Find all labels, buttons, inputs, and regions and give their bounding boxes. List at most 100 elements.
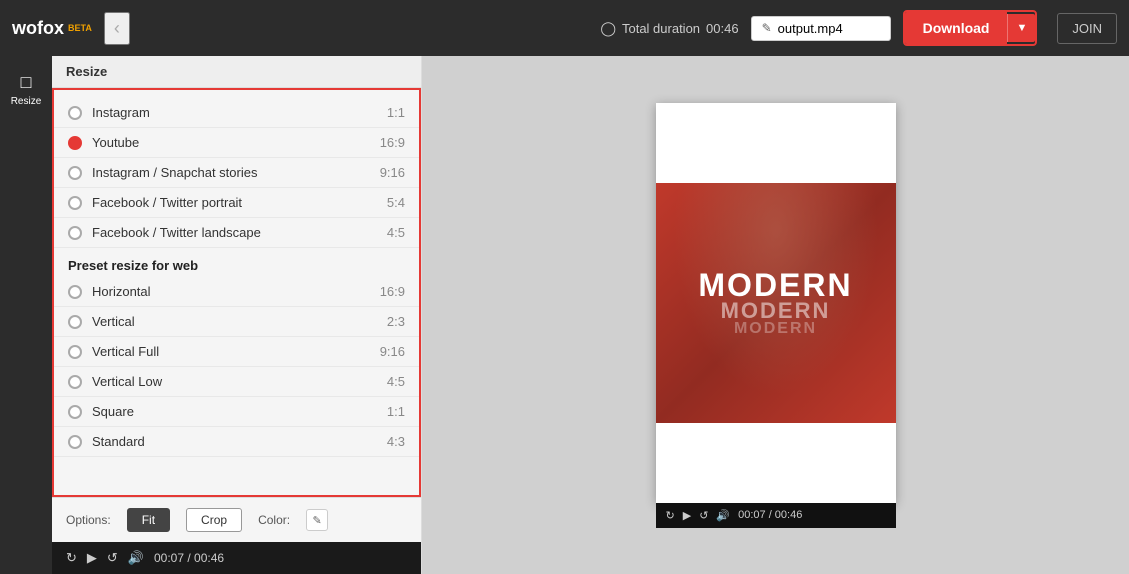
option-left: Youtube [68,135,139,150]
option-label: Instagram [92,105,150,120]
radio-btn [68,405,82,419]
crop-button[interactable]: Crop [186,508,242,532]
preview-forward[interactable]: ↺ [699,509,708,522]
radio-btn [68,285,82,299]
radio-btn [68,106,82,120]
option-ratio: 4:5 [387,225,405,240]
preview-rewind[interactable]: ↻ [666,509,675,522]
video-bottom-blank [656,423,896,503]
resize-option-web-4[interactable]: Square 1:1 [54,397,419,427]
option-left: Standard [68,434,145,449]
option-left: Horizontal [68,284,151,299]
option-label: Vertical Full [92,344,159,359]
join-button[interactable]: JOIN [1057,13,1117,44]
option-ratio: 16:9 [380,284,405,299]
download-dropdown-button[interactable]: ▼ [1007,14,1035,42]
resize-option-social-4[interactable]: Facebook / Twitter landscape 4:5 [54,218,419,248]
option-left: Square [68,404,134,419]
logo-text: wofox [12,18,64,39]
resize-options-container: Instagram 1:1 Youtube 16:9 Instagram / S… [52,88,421,497]
radio-btn [68,136,82,150]
resize-option-web-3[interactable]: Vertical Low 4:5 [54,367,419,397]
rewind-button[interactable]: ↻ [66,550,77,566]
video-content: MODERN MODERN MODERN [656,183,896,423]
resize-option-web-0[interactable]: Horizontal 16:9 [54,277,419,307]
option-ratio: 16:9 [380,135,405,150]
radio-btn [68,435,82,449]
option-label: Standard [92,434,145,449]
option-ratio: 4:3 [387,434,405,449]
forward-button[interactable]: ↺ [107,550,118,566]
sidebar-item-resize[interactable]: □ Resize [0,64,52,115]
resize-option-web-5[interactable]: Standard 4:3 [54,427,419,457]
preview-play[interactable]: ▶ [683,509,691,522]
option-ratio: 4:5 [387,374,405,389]
radio-btn [68,315,82,329]
option-left: Instagram [68,105,150,120]
option-left: Vertical [68,314,135,329]
video-text: MODERN MODERN MODERN [698,267,852,338]
option-left: Vertical Full [68,344,159,359]
web-section-title: Preset resize for web [54,248,419,277]
sidebar-item-label: Resize [11,96,42,107]
back-button[interactable]: ‹ [104,12,130,45]
resize-panel: Resize Instagram 1:1 Youtube 16:9 Instag… [52,56,422,574]
player-time: 00:07 / 00:46 [154,551,224,565]
clock-icon: ◯ [600,20,616,37]
logo: wofox BETA [12,18,92,39]
logo-beta: BETA [68,23,92,33]
filename-input[interactable] [778,21,878,36]
main-layout: □ Resize Resize Instagram 1:1 Youtube 16… [0,56,1129,574]
option-label: Square [92,404,134,419]
option-label: Vertical Low [92,374,162,389]
edit-icon: ✎ [762,21,772,35]
left-player-bar: ↻ ▶ ↺ 🔊 00:07 / 00:46 [52,542,421,574]
video-preview: MODERN MODERN MODERN [656,103,896,503]
option-ratio: 2:3 [387,314,405,329]
option-label: Youtube [92,135,139,150]
duration-info: ◯ Total duration 00:46 [600,20,738,37]
option-ratio: 1:1 [387,404,405,419]
option-ratio: 9:16 [380,344,405,359]
sidebar: □ Resize [0,56,52,574]
preview-time: 00:07 / 00:46 [738,509,802,521]
resize-option-web-1[interactable]: Vertical 2:3 [54,307,419,337]
header: wofox BETA ‹ ◯ Total duration 00:46 ✎ Do… [0,0,1129,56]
download-button[interactable]: Download [905,12,1008,44]
color-label: Color: [258,513,290,527]
duration-label: Total duration [622,21,700,36]
radio-btn [68,196,82,210]
option-left: Vertical Low [68,374,162,389]
social-options-group: Instagram 1:1 Youtube 16:9 Instagram / S… [54,98,419,248]
fit-button[interactable]: Fit [127,508,170,532]
radio-btn [68,166,82,180]
option-left: Facebook / Twitter portrait [68,195,242,210]
resize-option-social-3[interactable]: Facebook / Twitter portrait 5:4 [54,188,419,218]
duration-value: 00:46 [706,21,739,36]
option-ratio: 5:4 [387,195,405,210]
filename-container: ✎ [751,16,891,41]
options-label: Options: [66,513,111,527]
play-button[interactable]: ▶ [87,550,97,566]
color-picker[interactable]: ✎ [306,509,328,531]
video-top-blank [656,103,896,183]
resize-option-social-2[interactable]: Instagram / Snapchat stories 9:16 [54,158,419,188]
preview-volume[interactable]: 🔊 [716,509,730,522]
resize-icon: □ [21,72,32,93]
radio-btn [68,375,82,389]
web-options-group: Horizontal 16:9 Vertical 2:3 Vertical Fu… [54,277,419,457]
resize-option-social-1[interactable]: Youtube 16:9 [54,128,419,158]
resize-option-social-0[interactable]: Instagram 1:1 [54,98,419,128]
option-label: Horizontal [92,284,151,299]
download-group: Download ▼ [903,10,1038,46]
option-left: Facebook / Twitter landscape [68,225,261,240]
option-label: Facebook / Twitter portrait [92,195,242,210]
radio-btn [68,345,82,359]
volume-button[interactable]: 🔊 [128,550,144,566]
option-label: Facebook / Twitter landscape [92,225,261,240]
option-label: Instagram / Snapchat stories [92,165,257,180]
radio-btn [68,226,82,240]
options-bar: Options: Fit Crop Color: ✎ [52,497,421,542]
resize-option-web-2[interactable]: Vertical Full 9:16 [54,337,419,367]
resize-panel-title: Resize [52,56,421,88]
